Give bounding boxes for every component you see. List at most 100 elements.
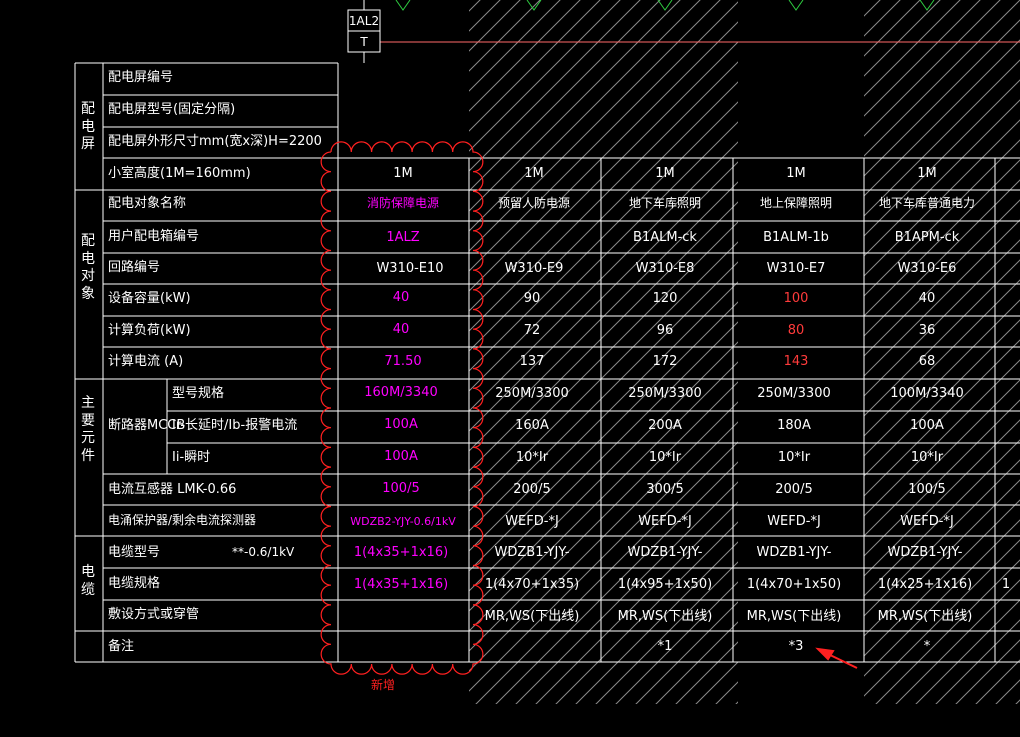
row-label-cable-spec: 电缆规格 — [108, 576, 161, 591]
col2-target: 预留人防电源 — [497, 196, 571, 210]
col3-target: 地下车库照明 — [628, 196, 702, 210]
col3-current: 172 — [652, 354, 678, 369]
col5-current: 68 — [918, 354, 936, 369]
col5-cable-spec: 1(4x25+1x16) — [877, 577, 973, 592]
col2-model: 250M/3300 — [495, 386, 569, 401]
col3-cable-spec: 1(4x95+1x50) — [617, 577, 713, 592]
col4-remark: *3 — [788, 639, 804, 654]
hatch-region-a — [469, 0, 738, 704]
symbol-lower-text: T — [360, 35, 368, 49]
col1-ct: 100/5 — [382, 481, 420, 496]
col1-capacity: 40 — [392, 290, 410, 305]
col2-cable-spec: 1(4x70+1x35) — [484, 577, 580, 592]
col3-circuit: W310-E8 — [635, 261, 695, 276]
row-label-sensor: 电涌保护器/剩余电流探测器 — [108, 513, 257, 527]
symbol-upper-text: 1AL2 — [348, 14, 380, 28]
group-label-cable: 电 缆 — [81, 564, 95, 598]
col2-sensor: WEFD-*J — [505, 514, 559, 529]
row-label-target-name: 配电对象名称 — [108, 196, 187, 211]
col3-remark: *1 — [657, 639, 673, 654]
col1-sensor: WDZB2-YJY-0.6/1kV — [350, 515, 456, 528]
row-label-cable-model: 电缆型号 — [108, 545, 161, 560]
col3-width: 1M — [655, 166, 675, 181]
col5-ct: 100/5 — [908, 482, 946, 497]
col4-ir: 180A — [777, 418, 811, 433]
col4-width: 1M — [786, 166, 806, 181]
col5-load: 36 — [918, 323, 936, 338]
col1-cable-spec: 1(4x35+1x16) — [353, 577, 449, 592]
col5-circuit: W310-E6 — [897, 261, 957, 276]
col3-capacity: 120 — [652, 291, 678, 306]
row-label-room-width: 小室高度(1M=160mm) — [108, 166, 251, 181]
col1-width: 1M — [393, 166, 413, 181]
row-label-ii: Ii-瞬时 — [172, 450, 211, 465]
red-pointer-arrow — [815, 647, 858, 669]
col1-target: 消防保障电源 — [366, 196, 440, 210]
col4-current: 143 — [783, 354, 809, 369]
col3-ir: 200A — [648, 418, 682, 433]
col4-load: 80 — [787, 323, 805, 338]
row-label-calc-load: 计算负荷(kW) — [108, 323, 191, 338]
col5-laying: MR,WS(下出线) — [877, 609, 973, 624]
row-label-remark: 备注 — [108, 639, 135, 654]
row-label-laying: 敷设方式或穿管 — [108, 607, 200, 622]
col5-target: 地下车库普通电力 — [878, 196, 976, 210]
col5-capacity: 40 — [918, 291, 936, 306]
col2-laying: MR,WS(下出线) — [484, 609, 580, 624]
col5-user-box: B1APM-ck — [894, 230, 960, 245]
col5-remark: * — [923, 639, 931, 654]
row-label-capacity: 设备容量(kW) — [108, 291, 191, 306]
row-label-panel-model: 配电屏型号(固定分隔) — [108, 102, 236, 117]
col3-cable-model: WDZB1-YJY- — [627, 545, 703, 560]
col1-load: 40 — [392, 322, 410, 337]
col3-ct: 300/5 — [646, 482, 684, 497]
col2-current: 137 — [519, 354, 545, 369]
col3-load: 96 — [656, 323, 674, 338]
col1-model: 160M/3340 — [364, 385, 438, 400]
col2-ir: 160A — [515, 418, 549, 433]
row-label-user-box: 用户配电箱编号 — [108, 229, 200, 244]
col2-circuit: W310-E9 — [504, 261, 564, 276]
revision-cloud — [320, 141, 484, 675]
col4-sensor: WEFD-*J — [767, 514, 821, 529]
row-label-panel-size: 配电屏外形尺寸mm(宽x深)H=2200 — [108, 134, 322, 149]
col1-current: 71.50 — [384, 354, 422, 369]
col4-user-box: B1ALM-1b — [763, 230, 829, 245]
cloud-note: 新增 — [370, 678, 396, 692]
col4-circuit: W310-E7 — [766, 261, 826, 276]
col1-cable-model: 1(4x35+1x16) — [353, 545, 449, 560]
col4-cable-model: WDZB1-YJY- — [756, 545, 832, 560]
col3-ii: 10*Ir — [648, 450, 682, 465]
hatch-region-b — [864, 0, 1020, 704]
col6-cable-spec-partial: 1 — [1001, 577, 1011, 592]
col4-laying: MR,WS(下出线) — [746, 609, 842, 624]
arrow-mark-4 — [788, 0, 804, 11]
col4-capacity: 100 — [783, 291, 809, 306]
col1-user-box: 1ALZ — [386, 230, 420, 245]
row-label-circuit-no: 回路编号 — [108, 260, 161, 275]
col4-ct: 200/5 — [775, 482, 813, 497]
row-label-model-spec: 型号规格 — [172, 386, 225, 401]
col4-target: 地上保障照明 — [759, 196, 833, 210]
row-label-cable-voltage: **-0.6/1kV — [232, 545, 295, 559]
col2-ct: 200/5 — [513, 482, 551, 497]
col1-ii: 100A — [384, 449, 418, 464]
arrow-mark-1 — [395, 0, 411, 11]
col3-model: 250M/3300 — [628, 386, 702, 401]
col4-ii: 10*Ir — [777, 450, 811, 465]
row-label-ir: Ir-长延时/Ib-报警电流 — [172, 418, 298, 433]
col5-model: 100M/3340 — [890, 386, 964, 401]
row-label-panel-no: 配电屏编号 — [108, 70, 174, 85]
row-label-calc-current: 计算电流 (A) — [108, 354, 184, 369]
col5-sensor: WEFD-*J — [900, 514, 954, 529]
col2-cable-model: WDZB1-YJY- — [494, 545, 570, 560]
col5-width: 1M — [917, 166, 937, 181]
col2-width: 1M — [524, 166, 544, 181]
group-label-target: 配 电 对 象 — [81, 233, 95, 302]
col2-ii: 10*Ir — [515, 450, 549, 465]
col3-laying: MR,WS(下出线) — [617, 609, 713, 624]
col1-ir: 100A — [384, 417, 418, 432]
col5-ii: 10*Ir — [910, 450, 944, 465]
col3-user-box: B1ALM-ck — [633, 230, 697, 245]
col4-model: 250M/3300 — [757, 386, 831, 401]
